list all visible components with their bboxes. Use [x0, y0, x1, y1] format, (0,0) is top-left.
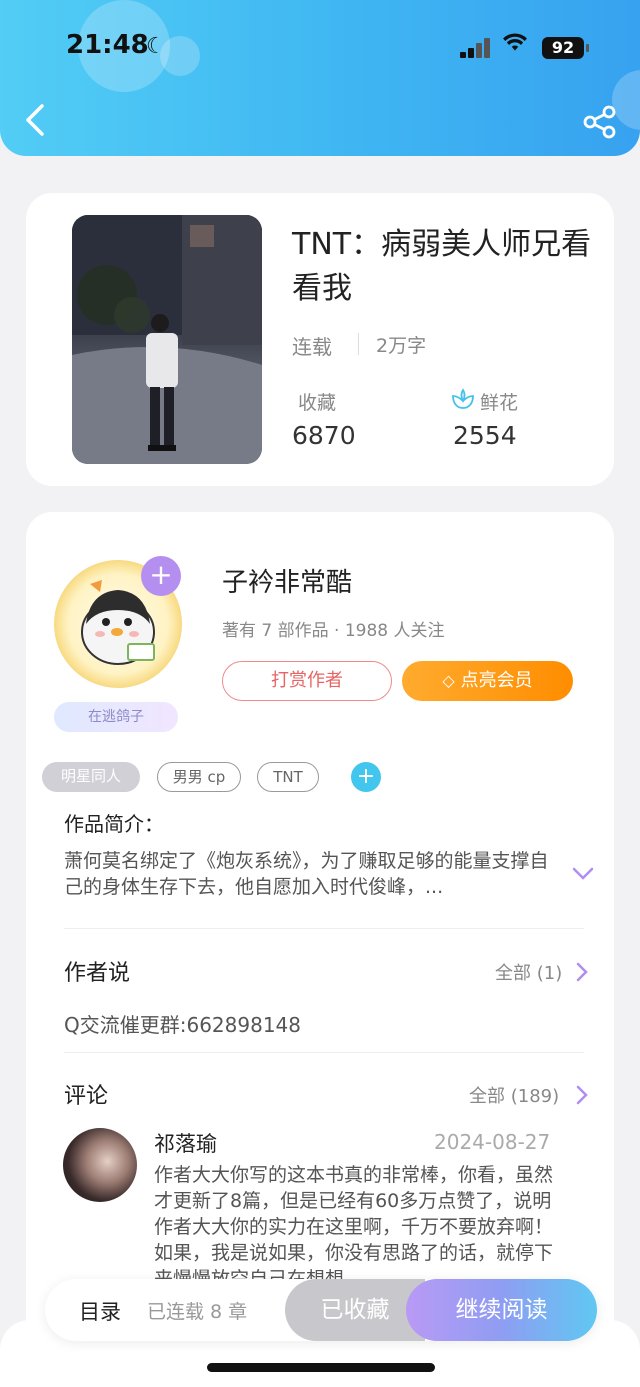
signal-icon: [460, 38, 492, 58]
commenter-avatar[interactable]: [63, 1128, 137, 1202]
chevron-right-icon[interactable]: [576, 1085, 588, 1105]
author-badge: 在逃鸽子: [54, 702, 178, 732]
flowers-label: 鲜花: [480, 392, 519, 414]
commenter-name[interactable]: 祁落瑜: [154, 1128, 217, 1158]
chapters-count: 已连载 8 章: [147, 1301, 248, 1323]
flower-icon: [452, 388, 474, 409]
author-name[interactable]: 子衿非常酷: [222, 562, 352, 599]
battery-tip: [586, 44, 589, 52]
comment-date: 2024-08-27: [434, 1130, 551, 1154]
comments-all-link[interactable]: 全部 (189): [469, 1082, 559, 1108]
battery-indicator: 92: [542, 37, 584, 59]
follow-plus-button[interactable]: +: [141, 556, 181, 596]
toc-button[interactable]: 目录: [79, 1296, 121, 1326]
chevron-right-icon[interactable]: [576, 962, 588, 982]
home-indicator[interactable]: [207, 1363, 435, 1372]
intro-label: 作品简介：: [64, 812, 164, 836]
bottom-action-bar: 目录 已连载 8 章 已收藏 继续阅读: [45, 1279, 597, 1341]
flowers-count: 2554: [453, 421, 517, 450]
author-says-title: 作者说: [64, 961, 131, 986]
member-button[interactable]: ◇ 点亮会员: [402, 661, 573, 701]
decor-bubble: [160, 36, 200, 76]
intro-text[interactable]: 萧何莫名绑定了《炮灰系统》，为了赚取足够的能量支撑自己的身体生存下去，他自愿加入…: [64, 848, 559, 900]
tag-item[interactable]: 男男 cp: [157, 762, 241, 792]
tag-item[interactable]: 明星同人: [42, 762, 140, 792]
moon-icon: ☾: [146, 34, 166, 59]
diamond-icon: ◇: [442, 671, 455, 690]
section-divider: [64, 928, 584, 929]
status-divider: [358, 333, 359, 355]
member-button-label: 点亮会员: [460, 670, 533, 691]
section-divider: [64, 1052, 584, 1053]
author-details-card: + 在逃鸽子 子衿非常酷 著有 7 部作品 · 1988 人关注 打赏作者 ◇ 点…: [26, 512, 614, 1387]
back-arrow-icon[interactable]: [22, 102, 50, 138]
book-title: TNT：病弱美人师兄看看我: [292, 227, 592, 306]
comments-title: 评论: [64, 1084, 109, 1109]
book-info-card: TNT：病弱美人师兄看看我 连载 2万字 收藏 6870 鲜花 2554: [26, 193, 614, 486]
author-says-text: Q交流催更群:662898148: [64, 1013, 302, 1037]
reward-author-button[interactable]: 打赏作者: [222, 661, 392, 701]
book-word-count: 2万字: [376, 335, 427, 357]
author-meta: 著有 7 部作品 · 1988 人关注: [222, 621, 445, 641]
comment-text: 作者大大你写的这本书真的非常棒，你看，虽然才更新了8篇，但是已经有60多万点赞了…: [154, 1164, 554, 1282]
top-header: 21:48 ☾ 92: [0, 0, 640, 156]
status-time: 21:48: [66, 30, 149, 60]
tag-item[interactable]: TNT: [257, 762, 319, 792]
author-says-all-link[interactable]: 全部 (1): [495, 959, 562, 985]
favorites-label: 收藏: [298, 392, 337, 414]
add-tag-button[interactable]: +: [351, 762, 381, 792]
book-status: 连载: [292, 335, 332, 359]
cover-illustration: [72, 215, 262, 464]
continue-reading-button[interactable]: 继续阅读: [406, 1279, 597, 1341]
share-icon[interactable]: [582, 104, 618, 140]
favorites-count: 6870: [292, 421, 356, 450]
collected-button[interactable]: 已收藏: [285, 1279, 425, 1341]
wifi-icon: [503, 33, 527, 51]
expand-chevron-icon[interactable]: [572, 867, 594, 881]
book-cover-image[interactable]: [72, 215, 262, 464]
